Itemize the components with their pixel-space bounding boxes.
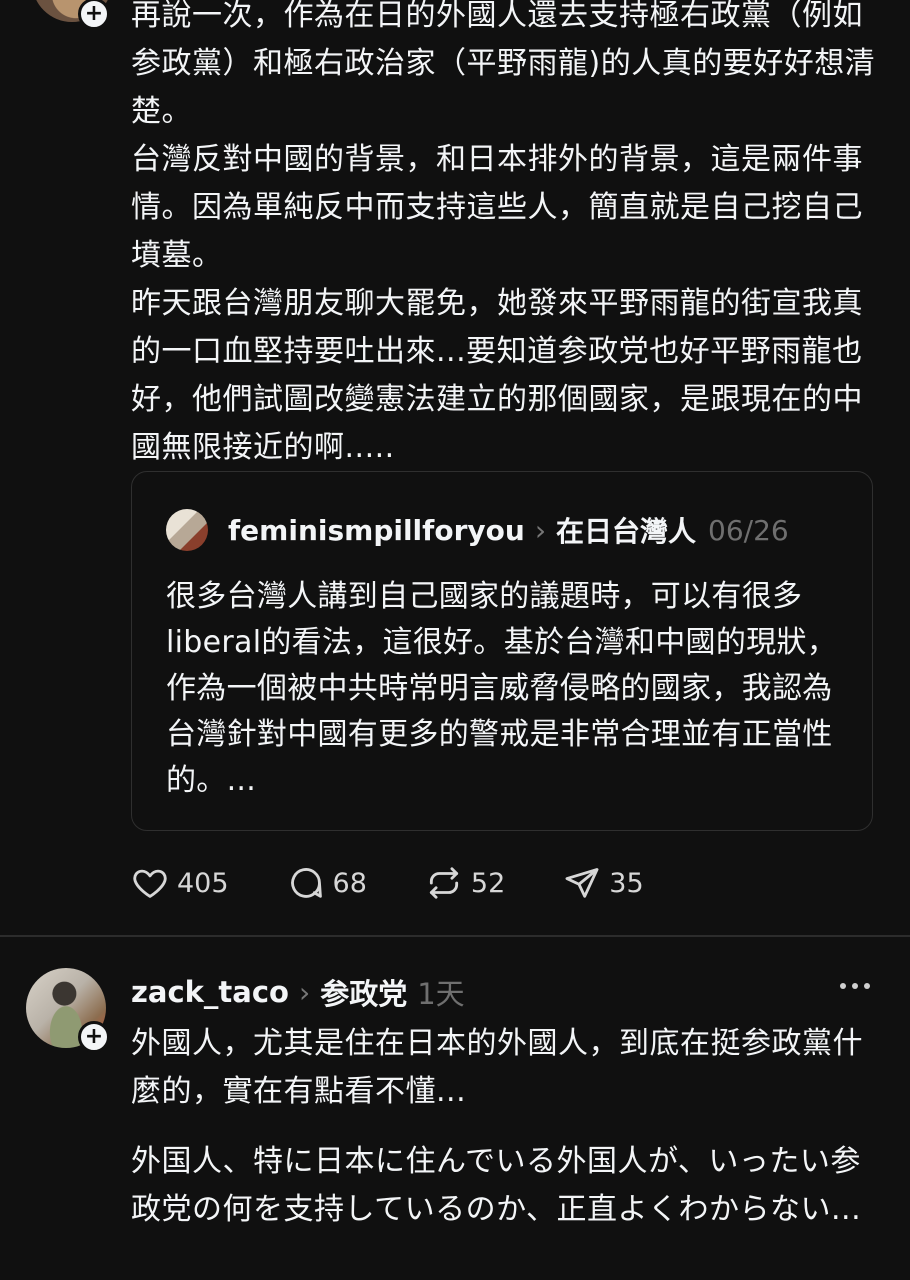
share-button[interactable]: 35 [563,864,644,902]
post-paragraph: 再說一次，作為在日的外國人還去支持極右政黨（例如参政黨）和極右政治家（平野雨龍)… [131,0,876,129]
post-divider [0,935,910,937]
post-action-bar: 405 68 52 35 [131,864,702,902]
quoted-post-header: feminismpillforyou › 在日台灣人 06/26 [228,509,789,551]
post-paragraph: 昨天跟台灣朋友聊大罷免，她發來平野雨龍的街宣我真的一口血堅持要吐出來...要知道… [131,286,863,465]
send-icon [565,868,599,898]
quoted-username[interactable]: feminismpillforyou [228,514,525,547]
comment-button[interactable]: 68 [287,864,367,902]
like-count: 405 [177,867,229,899]
repost-count: 52 [470,867,506,899]
topic-tag[interactable]: 参政党 [320,971,407,1013]
quoted-post-card[interactable]: feminismpillforyou › 在日台灣人 06/26 很多台灣人講到… [131,471,873,831]
post-body: 外國人，尤其是住在日本的外國人，到底在挺参政黨什麼的，實在有點看不懂... 外国… [131,1020,886,1234]
more-dots-icon[interactable] [840,983,870,989]
post-header: zack_taco › 参政党 1天 [131,970,465,1014]
quoted-post-text: 很多台灣人講到自己國家的議題時，可以有很多liberal的看法，這很好。基於台灣… [166,579,838,798]
post-paragraph: 台灣反對中國的背景，和日本排外的背景，這是兩件事情。因為單純反中而支持這些人，簡… [131,142,863,273]
quoted-topic-tag[interactable]: 在日台灣人 [556,510,696,550]
comment-bubble-icon [290,868,322,898]
follow-plus-icon[interactable]: + [78,0,110,30]
quoted-post-date: 06/26 [708,513,789,547]
post-time: 1天 [417,977,465,1011]
like-button[interactable]: 405 [131,864,229,902]
post-paragraph: 外國人，尤其是住在日本的外國人，到底在挺参政黨什麼的，實在有點看不懂... [131,1026,863,1109]
post-paragraph: 外国人、特に日本に住んでいる外国人が、いったい参政党の何を支持しているのか、正直… [131,1144,862,1227]
repost-icon [429,867,458,899]
follow-plus-icon[interactable]: + [78,1021,110,1053]
post-body: 再說一次，作為在日的外國人還去支持極右政黨（例如参政黨）和極右政治家（平野雨龍)… [131,0,886,472]
username[interactable]: zack_taco [131,975,289,1009]
heart-icon [133,869,167,898]
quoted-user-avatar[interactable] [166,509,208,551]
comment-count: 68 [332,867,367,899]
chevron-right-icon: › [534,513,547,547]
repost-button[interactable]: 52 [425,864,505,902]
chevron-right-icon: › [298,975,311,1009]
share-count: 35 [609,867,644,899]
